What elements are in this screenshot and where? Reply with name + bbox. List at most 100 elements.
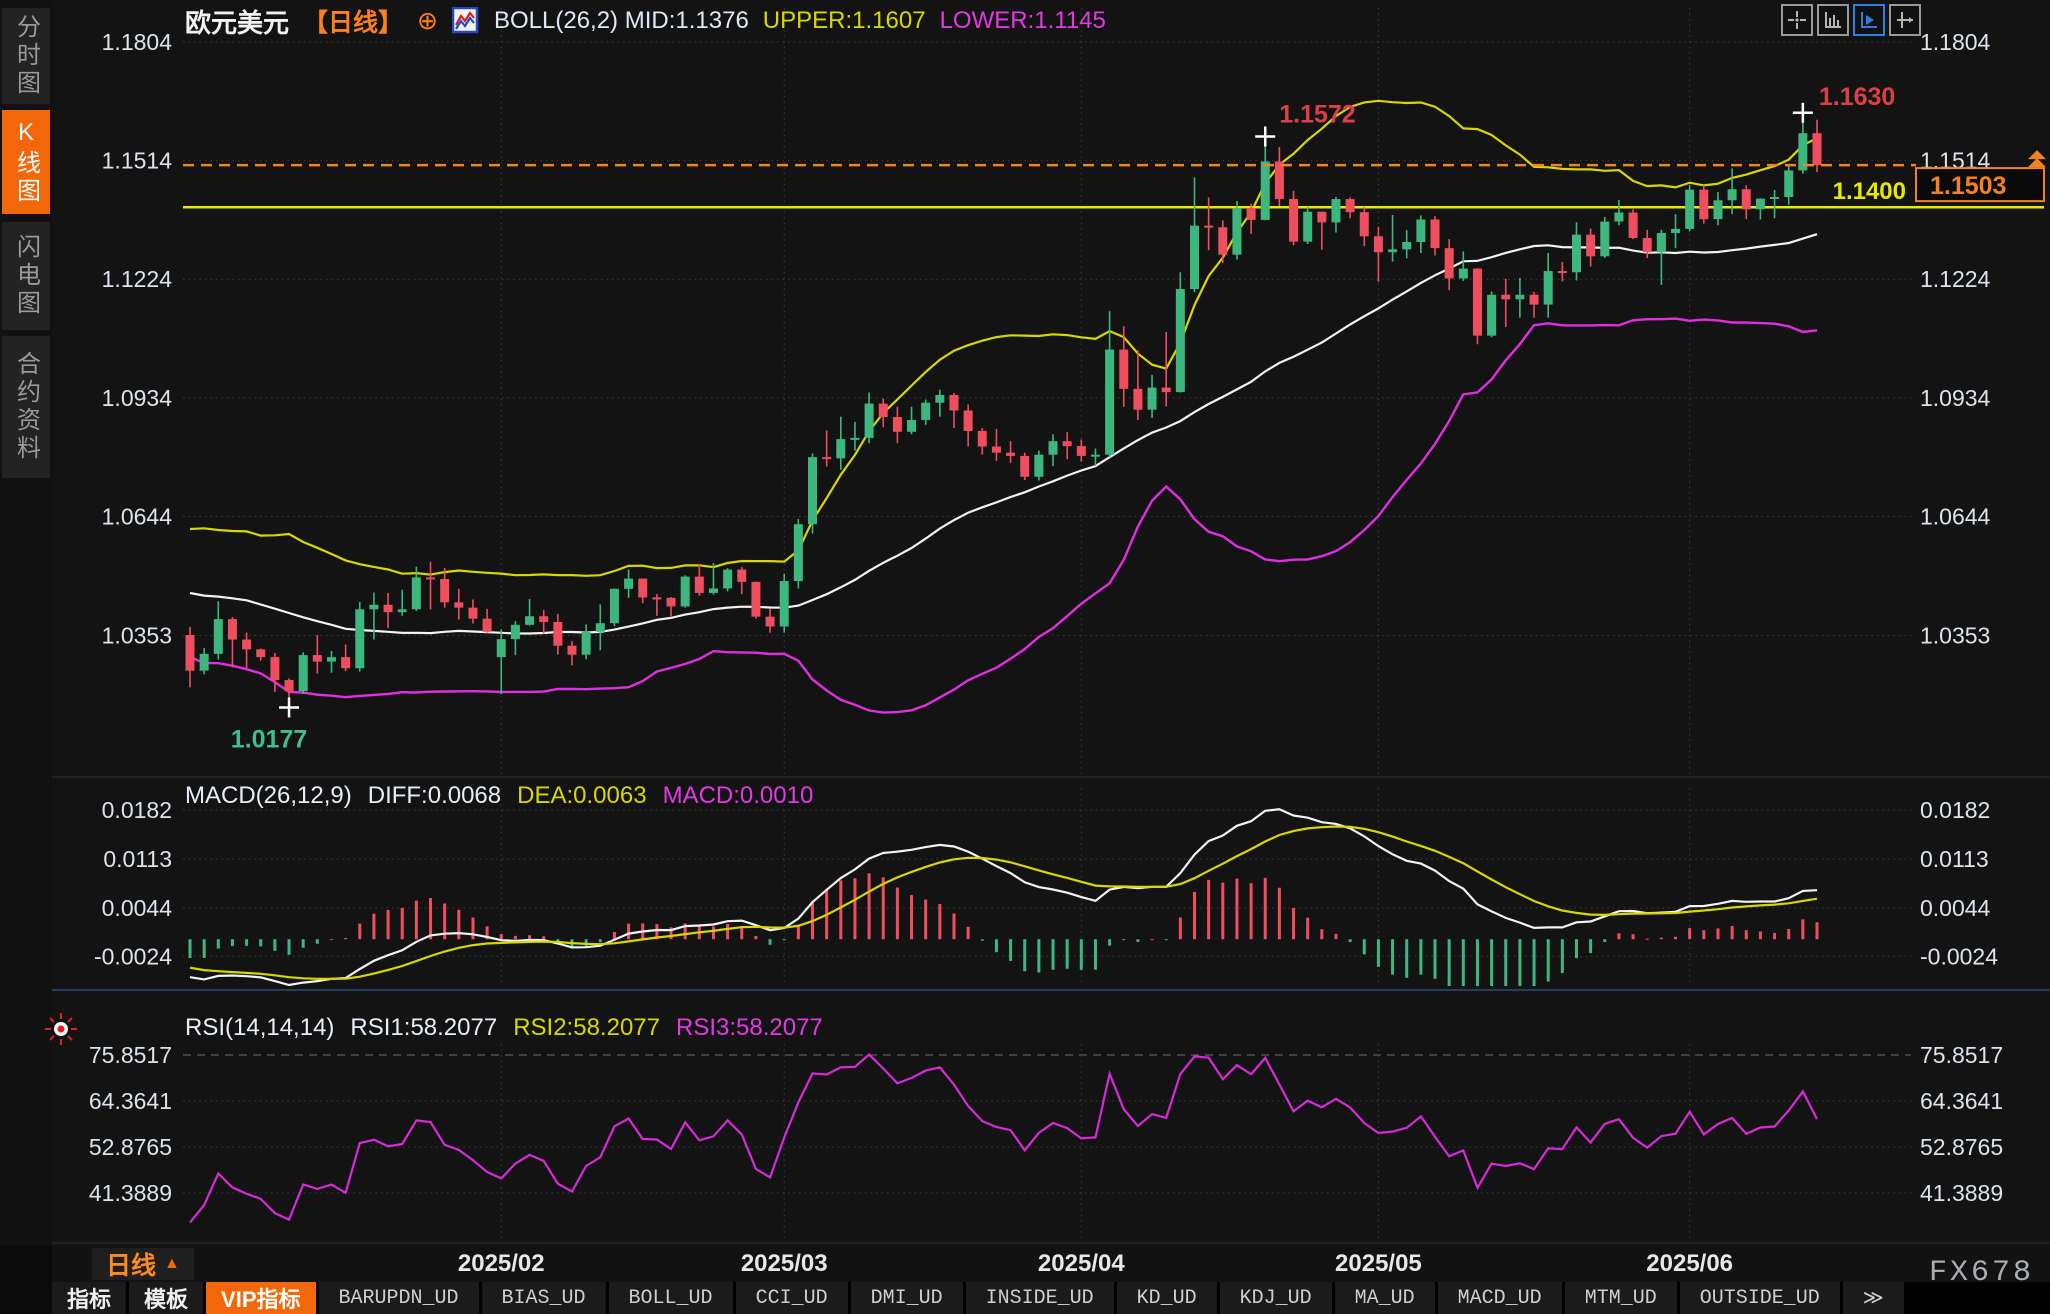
candle-body (1657, 233, 1666, 252)
macd-hist-bar (938, 904, 941, 939)
candle-body (681, 577, 690, 607)
axis-tick-label: 1.1804 (1920, 29, 1991, 55)
macd-hist-bar (330, 939, 333, 940)
candle-body (1204, 226, 1213, 228)
x-axis-date-label: 2025/06 (1646, 1250, 1733, 1278)
candle-body (186, 635, 195, 671)
macd-hist-bar (1476, 939, 1479, 1005)
candle-body (341, 657, 350, 668)
crosshair-move-icon[interactable] (1781, 4, 1813, 36)
annotation-price-label: 1.1572 (1279, 100, 1355, 128)
tab-mtm_ud[interactable]: MTM_UD (1565, 1282, 1677, 1314)
macd-hist-bar (1533, 939, 1536, 993)
sidebar-item-flash-chart[interactable]: 闪电图 (2, 222, 50, 330)
support-price-label: 1.1400 (1833, 178, 1906, 205)
macd-hist-bar (1462, 939, 1465, 990)
candle-body (737, 570, 746, 582)
add-indicator-icon[interactable]: ⊕ (417, 9, 438, 34)
tab-macd_ud[interactable]: MACD_UD (1438, 1282, 1562, 1314)
tab-dmi_ud[interactable]: DMI_UD (851, 1282, 963, 1314)
tab-ma_ud[interactable]: MA_UD (1335, 1282, 1435, 1314)
axis-tick-label: 1.0644 (102, 503, 173, 529)
macd-hist-bar (1165, 939, 1168, 940)
candle-body (850, 438, 859, 440)
sidebar-item-contract-info[interactable]: 合约资料 (2, 336, 50, 478)
axis-shift-icon[interactable] (1889, 4, 1921, 36)
candle-body (1544, 271, 1553, 305)
tab-指标[interactable]: 指标 (52, 1282, 126, 1314)
candle-body (1190, 226, 1199, 289)
period-selector-button[interactable]: 日线 ▲ (92, 1248, 194, 1280)
macd-hist-bar (1745, 930, 1748, 939)
x-axis-strip: 日线 ▲ 2025/022025/032025/042025/052025/06 (52, 1246, 2050, 1282)
sidebar-item-kline-chart[interactable]: K线图 (2, 110, 50, 214)
candle-body (214, 619, 223, 654)
candle-body (1813, 133, 1822, 165)
candle-body (369, 605, 378, 609)
candle-body (1431, 220, 1440, 249)
candle-body (398, 609, 407, 612)
macd-hist-bar (259, 939, 262, 946)
watermark-logo: FX678 (1929, 1256, 2034, 1290)
macd-hist-bar (868, 873, 871, 939)
chart-type-icon[interactable] (452, 7, 480, 35)
alert-sun-icon[interactable] (44, 1012, 78, 1051)
candle-body (766, 617, 775, 627)
candle-body (1162, 388, 1171, 392)
candle-body (468, 608, 477, 619)
macd-hist-bar (1278, 888, 1281, 939)
axis-tick-label: 0.0113 (1920, 846, 1989, 872)
boll-upper-line (190, 101, 1817, 576)
tab-≫[interactable]: ≫ (1843, 1282, 1904, 1314)
tab-cci_ud[interactable]: CCI_UD (736, 1282, 848, 1314)
period-arrow-icon: ▲ (164, 1255, 180, 1273)
axis-tick-label: 75.8517 (89, 1042, 172, 1068)
axes-play-icon[interactable] (1853, 4, 1885, 36)
macd-hist-bar (726, 924, 729, 939)
tab-inside_ud[interactable]: INSIDE_UD (966, 1282, 1114, 1314)
candle-body (1487, 295, 1496, 336)
boll-upper-readout: UPPER:1.1607 (763, 7, 926, 35)
candle-body (1388, 249, 1397, 252)
tab-vip指标[interactable]: VIP指标 (206, 1282, 315, 1314)
axis-tick-label: 1.0353 (102, 622, 172, 648)
macd-hist-bar (429, 898, 432, 939)
macd-hist-bar (1066, 939, 1069, 969)
tab-barupdn_ud[interactable]: BARUPDN_UD (319, 1282, 479, 1314)
macd-hist-bar (1080, 939, 1083, 970)
candle-body (440, 579, 449, 602)
candle-body (1232, 208, 1241, 255)
candle-body (1063, 441, 1072, 446)
candle-body (794, 524, 803, 581)
candle-body (1643, 238, 1652, 252)
macd-hist-bar (1731, 926, 1734, 939)
macd-hist-bar (542, 936, 545, 939)
axis-tick-label: 64.3641 (89, 1088, 172, 1114)
candle-body (285, 680, 294, 691)
candle-body (1685, 190, 1694, 229)
candle-body (1105, 350, 1114, 455)
macd-hist-bar (1052, 939, 1055, 970)
macd-hist-bar (1122, 939, 1125, 940)
macd-title: MACD(26,12,9) (185, 782, 352, 810)
candle-body (355, 609, 364, 668)
axes-bars-icon[interactable] (1817, 4, 1849, 36)
candles-group (186, 113, 1822, 708)
tab-kd_ud[interactable]: KD_UD (1117, 1282, 1217, 1314)
macd-hist-bar (457, 910, 460, 939)
tab-outside_ud[interactable]: OUTSIDE_UD (1680, 1282, 1840, 1314)
macd-hist-bar (853, 878, 856, 939)
sidebar-item-time-chart[interactable]: 分时图 (2, 8, 50, 104)
candle-body (1459, 269, 1468, 279)
candle-body (242, 640, 251, 650)
candle-body (1515, 295, 1524, 299)
tab-bias_ud[interactable]: BIAS_UD (482, 1282, 606, 1314)
chart-header: 欧元美元 【日线】 ⊕ BOLL(26,2) MID:1.1376 UPPER:… (185, 4, 1106, 38)
tab-kdj_ud[interactable]: KDJ_UD (1220, 1282, 1332, 1314)
main-chart-canvas[interactable]: 1.18041.18041.15141.15141.12241.12241.09… (0, 0, 2050, 1314)
tab-模板[interactable]: 模板 (129, 1282, 203, 1314)
macd-hist-bar (1363, 939, 1366, 954)
macd-hist-bar (1235, 879, 1238, 940)
tab-boll_ud[interactable]: BOLL_UD (609, 1282, 733, 1314)
macd-hist-bar (967, 927, 970, 939)
